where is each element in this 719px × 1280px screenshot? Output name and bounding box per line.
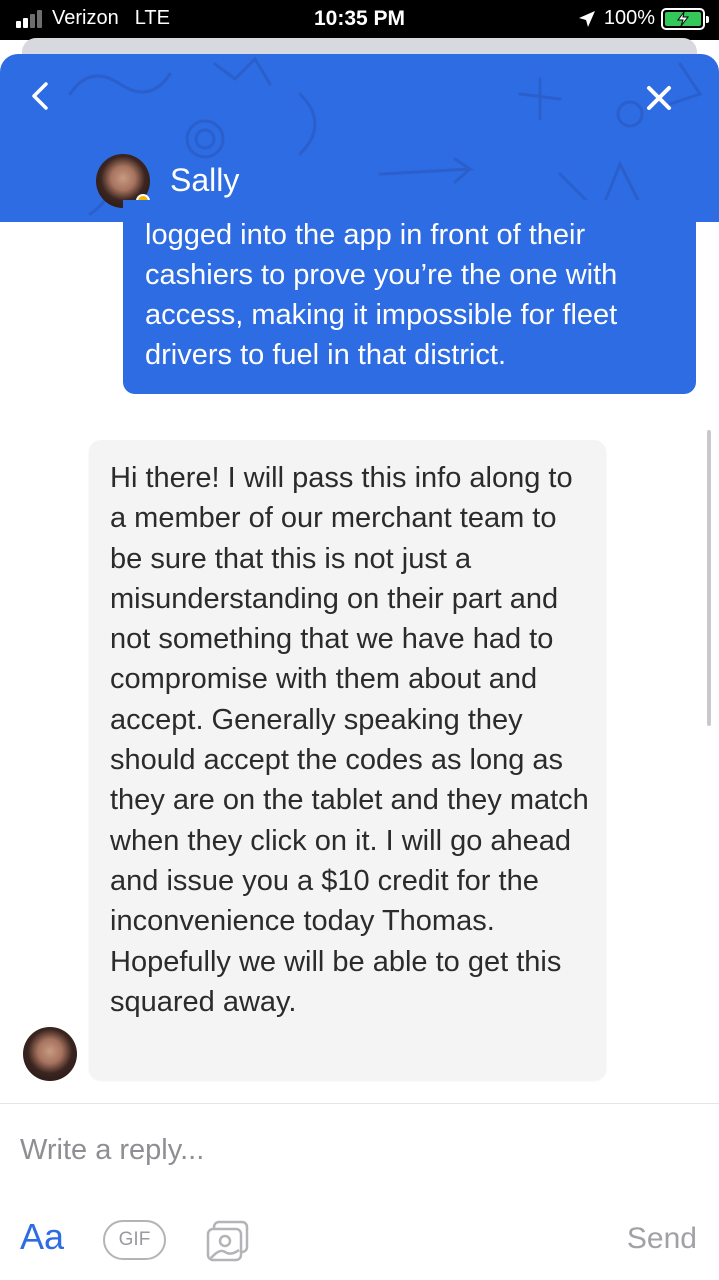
agent-message-bubble: Hi there! I will pass this info along to…	[89, 440, 606, 1080]
status-right: 100%	[578, 7, 709, 30]
status-bar: Verizon LTE 10:35 PM 100%	[0, 0, 719, 40]
chat-header: Sally	[0, 54, 719, 222]
reply-composer: Aa GIF Send	[0, 1103, 719, 1280]
gif-button[interactable]: GIF	[103, 1220, 166, 1260]
agent-name: Sally	[170, 162, 240, 198]
location-arrow-icon	[578, 10, 595, 27]
user-message-text: logged into the app in front of their ca…	[145, 219, 618, 371]
battery-icon	[661, 7, 709, 30]
agent-message-text: Hi there! I will pass this info along to…	[110, 462, 589, 1018]
battery-percent: 100%	[603, 7, 655, 29]
agent-message-avatar[interactable]	[23, 1027, 77, 1081]
send-button[interactable]: Send	[627, 1222, 697, 1256]
reply-input[interactable]	[20, 1134, 580, 1167]
user-message-bubble: logged into the app in front of their ca…	[123, 200, 696, 394]
scrollbar[interactable]	[707, 430, 711, 726]
text-format-button[interactable]: Aa	[20, 1216, 64, 1258]
chevron-left-icon[interactable]	[22, 76, 62, 116]
close-icon[interactable]	[641, 80, 677, 116]
image-icon[interactable]	[205, 1218, 251, 1264]
